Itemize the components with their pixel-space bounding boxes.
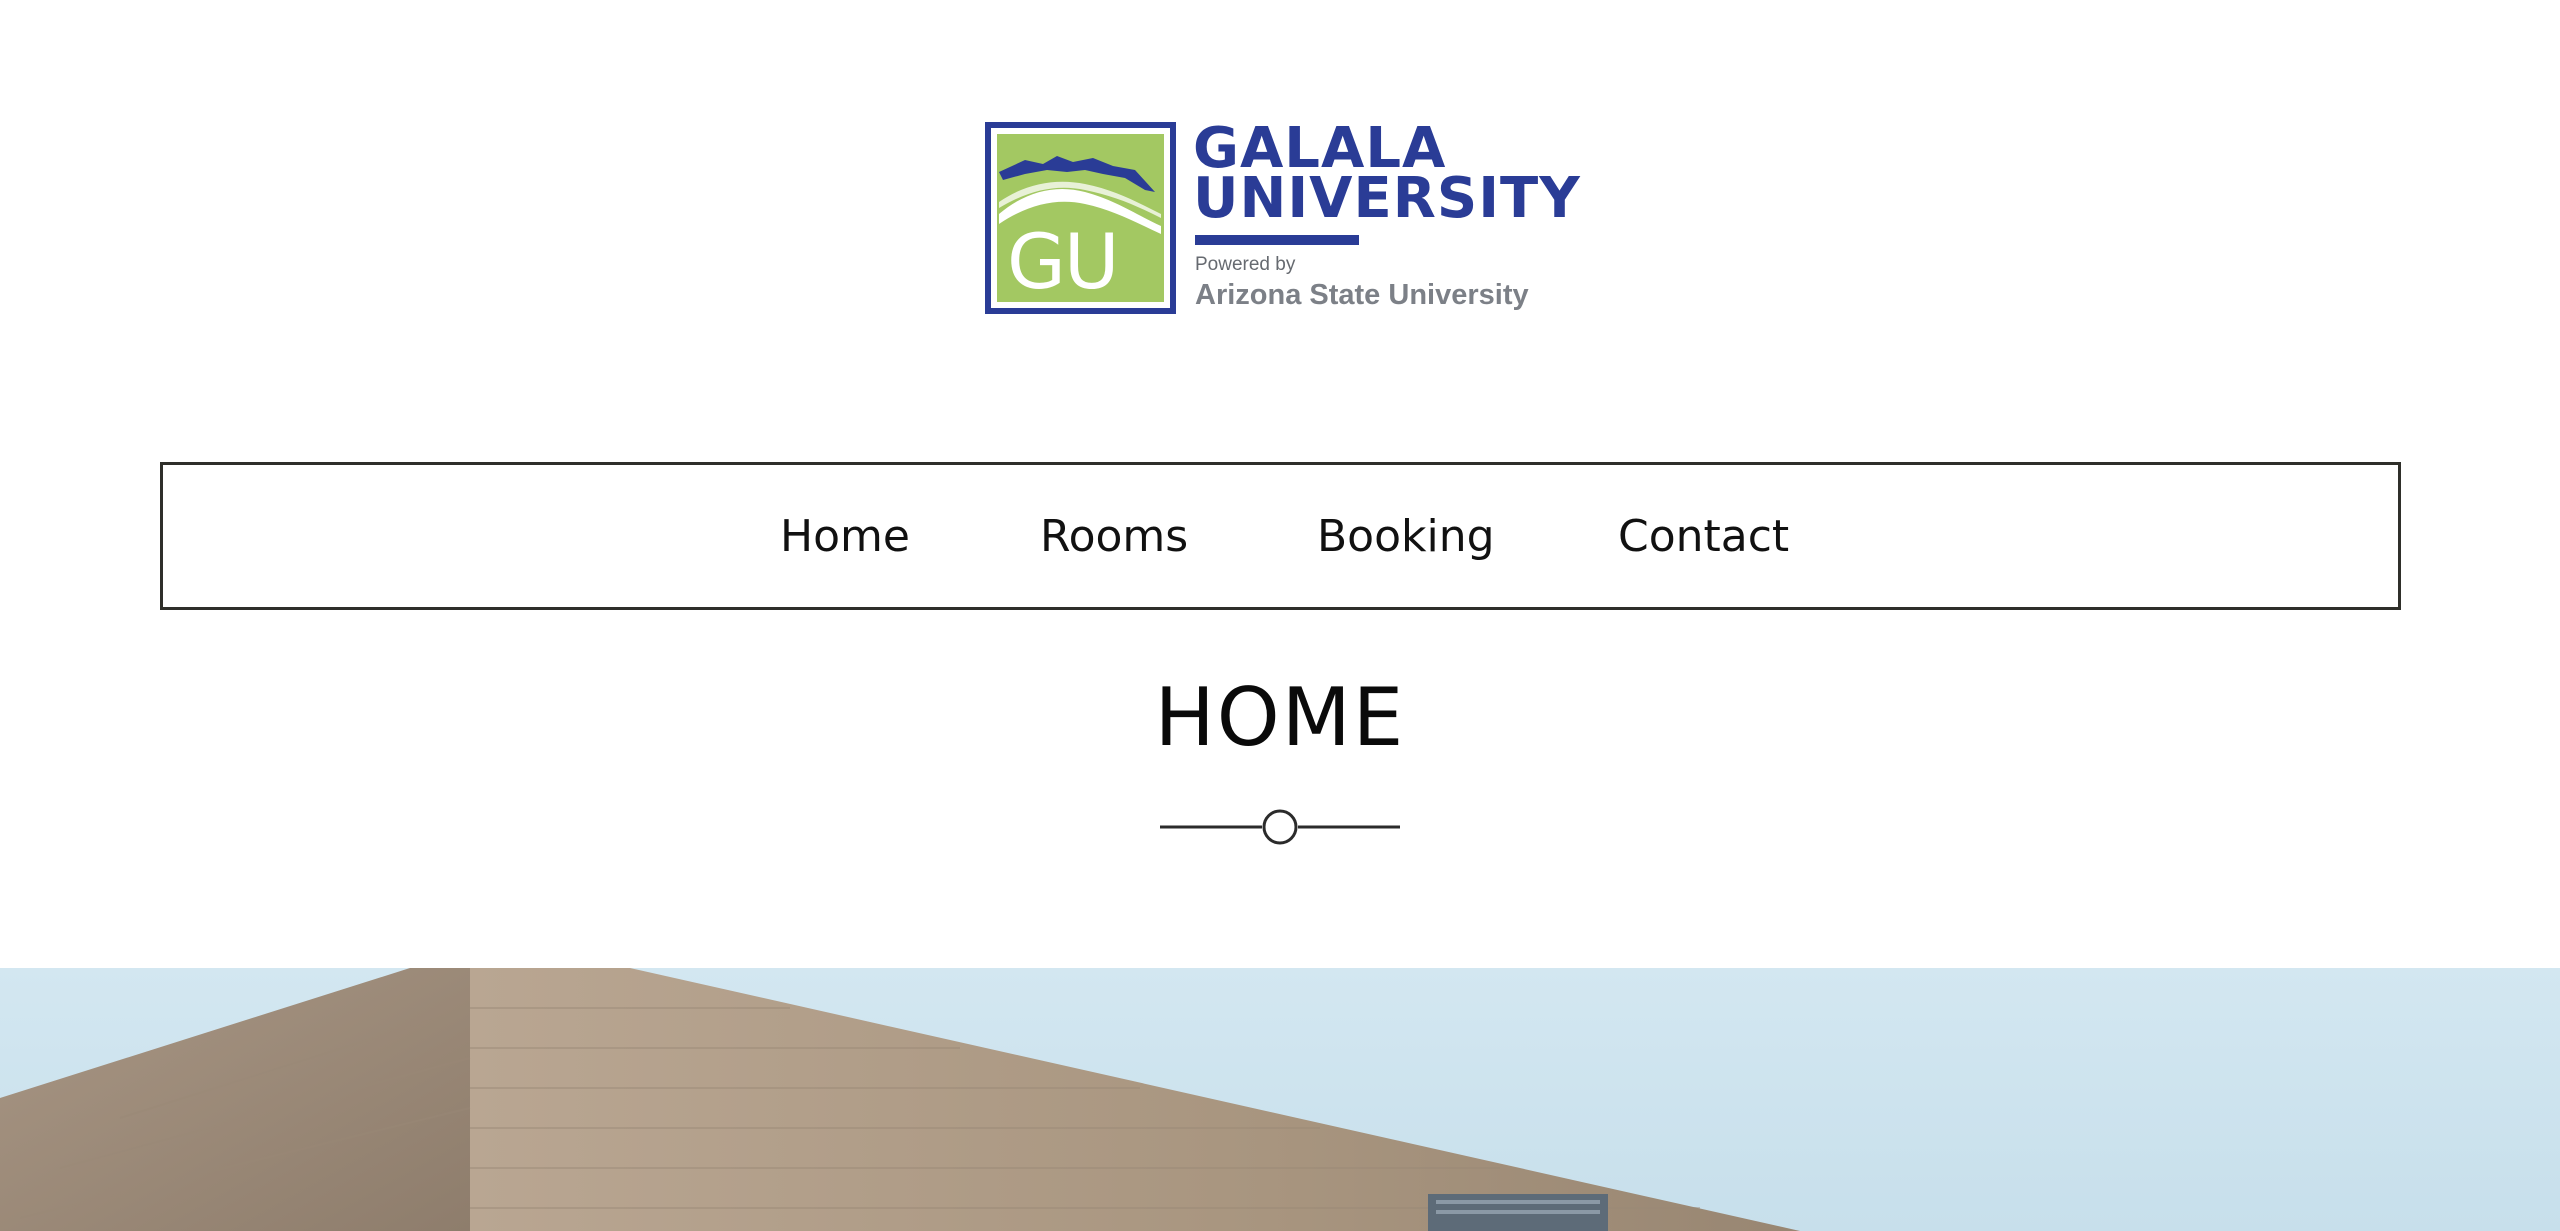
building-photo bbox=[0, 968, 2560, 1231]
nav-item-home[interactable]: Home bbox=[780, 507, 910, 567]
page: GU GALALA UNIVERSITY Powered by Arizona … bbox=[0, 0, 2560, 1231]
nav-item-booking[interactable]: Booking bbox=[1317, 507, 1495, 567]
site-logo[interactable]: GU GALALA UNIVERSITY Powered by Arizona … bbox=[985, 116, 1580, 318]
logo-name-line2: UNIVERSITY bbox=[1193, 166, 1581, 231]
nav-item-contact[interactable]: Contact bbox=[1618, 507, 1789, 567]
main-navigation: Home Rooms Booking Contact bbox=[160, 462, 2401, 610]
logo-partner-name: Arizona State University bbox=[1195, 279, 1529, 311]
hero-image bbox=[0, 968, 2560, 1231]
page-title: HOME bbox=[1154, 671, 1406, 764]
nav-item-rooms[interactable]: Rooms bbox=[1040, 507, 1188, 567]
logo-powered-by: Powered by bbox=[1195, 254, 1296, 275]
logo-underline bbox=[1195, 235, 1359, 245]
logo-wordmark: GALALA UNIVERSITY Powered by Arizona Sta… bbox=[1193, 116, 1583, 318]
logo-mark-text: GU bbox=[1007, 217, 1120, 306]
circle-divider-icon bbox=[1160, 809, 1400, 845]
